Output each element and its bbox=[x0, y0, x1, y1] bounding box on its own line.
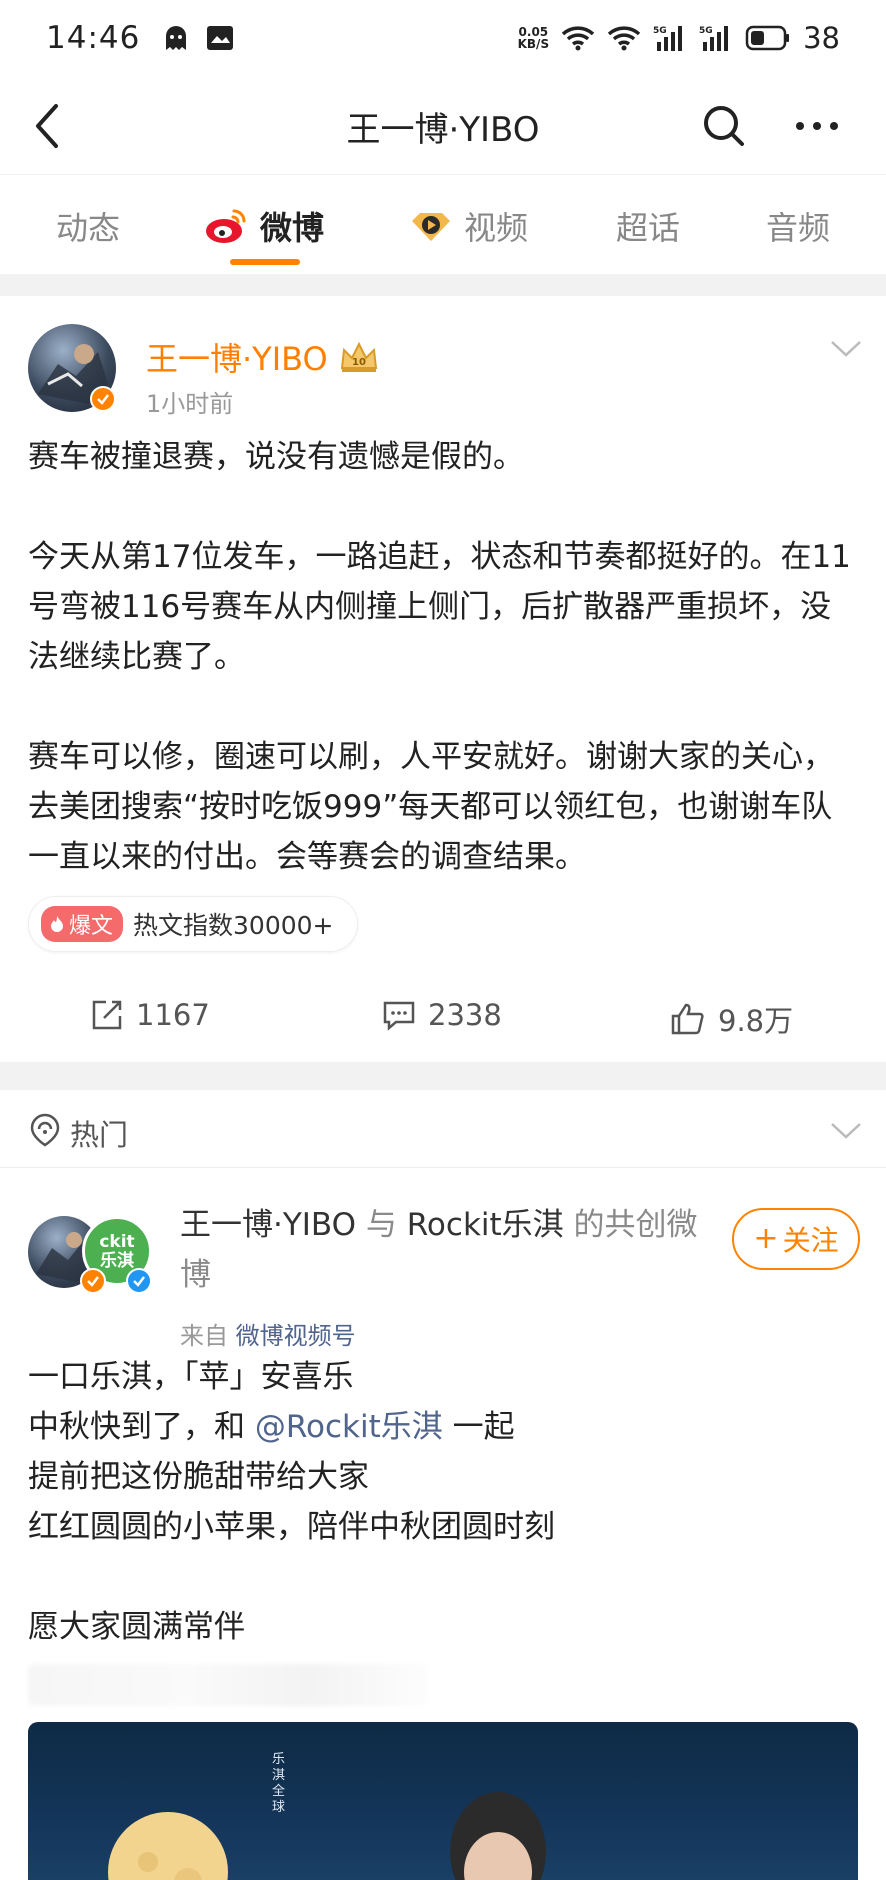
post-paragraph: 今天从第17位发车，一路追赶，状态和节奏都挺好的。在11号弯被116号赛车从内侧… bbox=[28, 539, 851, 675]
signal-5g-icon-2: 5G bbox=[699, 26, 729, 51]
ghost-notification-icon bbox=[166, 26, 187, 50]
image-message-icon bbox=[207, 26, 234, 50]
tab-weibo[interactable]: 微博 bbox=[204, 201, 324, 251]
search-icon[interactable] bbox=[700, 102, 748, 150]
coauthor-avatar-text: ckit 乐淇 bbox=[99, 1232, 135, 1271]
repost-button[interactable]: 1167 bbox=[90, 998, 210, 1032]
fire-icon bbox=[51, 916, 63, 932]
tab-audio[interactable]: 音频 bbox=[766, 201, 830, 251]
profile-tabs: 动态 微博 视频 超话 音频 bbox=[0, 174, 886, 274]
crown-badge-icon: 10 bbox=[340, 341, 377, 372]
hot-badge: 爆文 bbox=[41, 906, 124, 942]
nav-bar: 王一博·YIBO bbox=[0, 80, 886, 172]
chevron-down-icon[interactable] bbox=[828, 1120, 864, 1142]
active-tab-indicator bbox=[230, 259, 300, 265]
hot-index-text: 热文指数30000+ bbox=[133, 911, 334, 940]
hot-index-pill[interactable]: 爆文 热文指数30000+ bbox=[28, 896, 358, 952]
svg-text:5G: 5G bbox=[653, 26, 667, 36]
comment-icon bbox=[383, 1001, 415, 1031]
wifi-icon bbox=[561, 26, 595, 51]
repost-icon bbox=[92, 1000, 122, 1030]
signal-5g-icon: 5G bbox=[653, 26, 683, 51]
post-media-image[interactable]: 乐淇 全球 bbox=[28, 1722, 858, 1880]
moon-portrait-graphic bbox=[108, 1792, 546, 1880]
source-link[interactable]: 微博视频号 bbox=[236, 1322, 356, 1350]
blurred-text bbox=[28, 1664, 428, 1706]
comment-button[interactable]: 2338 bbox=[382, 998, 502, 1032]
status-time: 14:46 bbox=[46, 20, 141, 56]
mention-link[interactable]: @Rockit乐淇 bbox=[255, 1409, 443, 1445]
tab-dynamics[interactable]: 动态 bbox=[56, 201, 120, 251]
author-name-2[interactable]: Rockit乐淇 bbox=[407, 1207, 564, 1243]
more-icon[interactable] bbox=[792, 104, 842, 148]
svg-text:10: 10 bbox=[352, 357, 366, 368]
wifi-icon-2 bbox=[607, 26, 641, 51]
battery-icon bbox=[745, 25, 790, 51]
verified-badge-icon bbox=[80, 1268, 106, 1294]
post-paragraph: 赛车被撞退赛，说没有遗憾是假的。 bbox=[28, 439, 524, 475]
verified-badge-icon bbox=[126, 1268, 152, 1294]
post-author-name[interactable]: 王一博·YIBO 10 bbox=[146, 334, 380, 380]
media-caption: 乐淇 全球 bbox=[272, 1752, 286, 1815]
post-time: 1小时前 bbox=[146, 390, 234, 418]
post-body: 一口乐淇，「苹」安喜乐 中秋快到了，和 @Rockit乐淇 一起 提前把这份脆甜… bbox=[28, 1359, 555, 1645]
post-actions: 1167 2338 9.8万 bbox=[0, 980, 886, 1060]
weibo-logo-icon bbox=[206, 209, 246, 243]
post-paragraph: 赛车可以修，圈速可以刷，人平安就好。谢谢大家的关心，去美团搜索“按时吃饭999”… bbox=[28, 739, 834, 875]
hot-pin-icon bbox=[30, 1113, 60, 1147]
hot-section-header: 热门 bbox=[0, 1092, 886, 1168]
follow-button[interactable]: + 关注 bbox=[732, 1208, 860, 1270]
post-body: 赛车被撞退赛，说没有遗憾是假的。 今天从第17位发车，一路追赶，状态和节奏都挺好… bbox=[28, 432, 858, 882]
author-name-1[interactable]: 王一博·YIBO bbox=[180, 1207, 356, 1243]
network-speed: 0.05 KB/S bbox=[517, 25, 550, 51]
plus-icon: + bbox=[753, 1221, 779, 1256]
verified-badge-icon bbox=[90, 386, 116, 412]
chevron-down-icon[interactable] bbox=[828, 338, 864, 360]
post-source: 来自 微博视频号 bbox=[180, 1322, 356, 1350]
tab-video[interactable]: 视频 bbox=[410, 201, 528, 251]
section-divider bbox=[0, 274, 886, 296]
section-divider bbox=[0, 1062, 886, 1090]
hot-section-title: 热门 bbox=[70, 1118, 129, 1152]
co-creation-title: 王一博·YIBO 与 Rockit乐淇 的共创微博 bbox=[180, 1207, 698, 1293]
page-title: 王一博·YIBO bbox=[346, 110, 540, 150]
video-badge-icon bbox=[412, 213, 450, 241]
status-bar: 14:46 0.05 KB/S 5G 5G 38 bbox=[0, 0, 886, 76]
thumbs-up-icon bbox=[671, 1003, 704, 1035]
svg-text:5G: 5G bbox=[699, 26, 713, 36]
like-button[interactable]: 9.8万 bbox=[670, 998, 793, 1040]
battery-level: 38 bbox=[803, 21, 840, 55]
tab-super-topic[interactable]: 超话 bbox=[616, 201, 680, 251]
